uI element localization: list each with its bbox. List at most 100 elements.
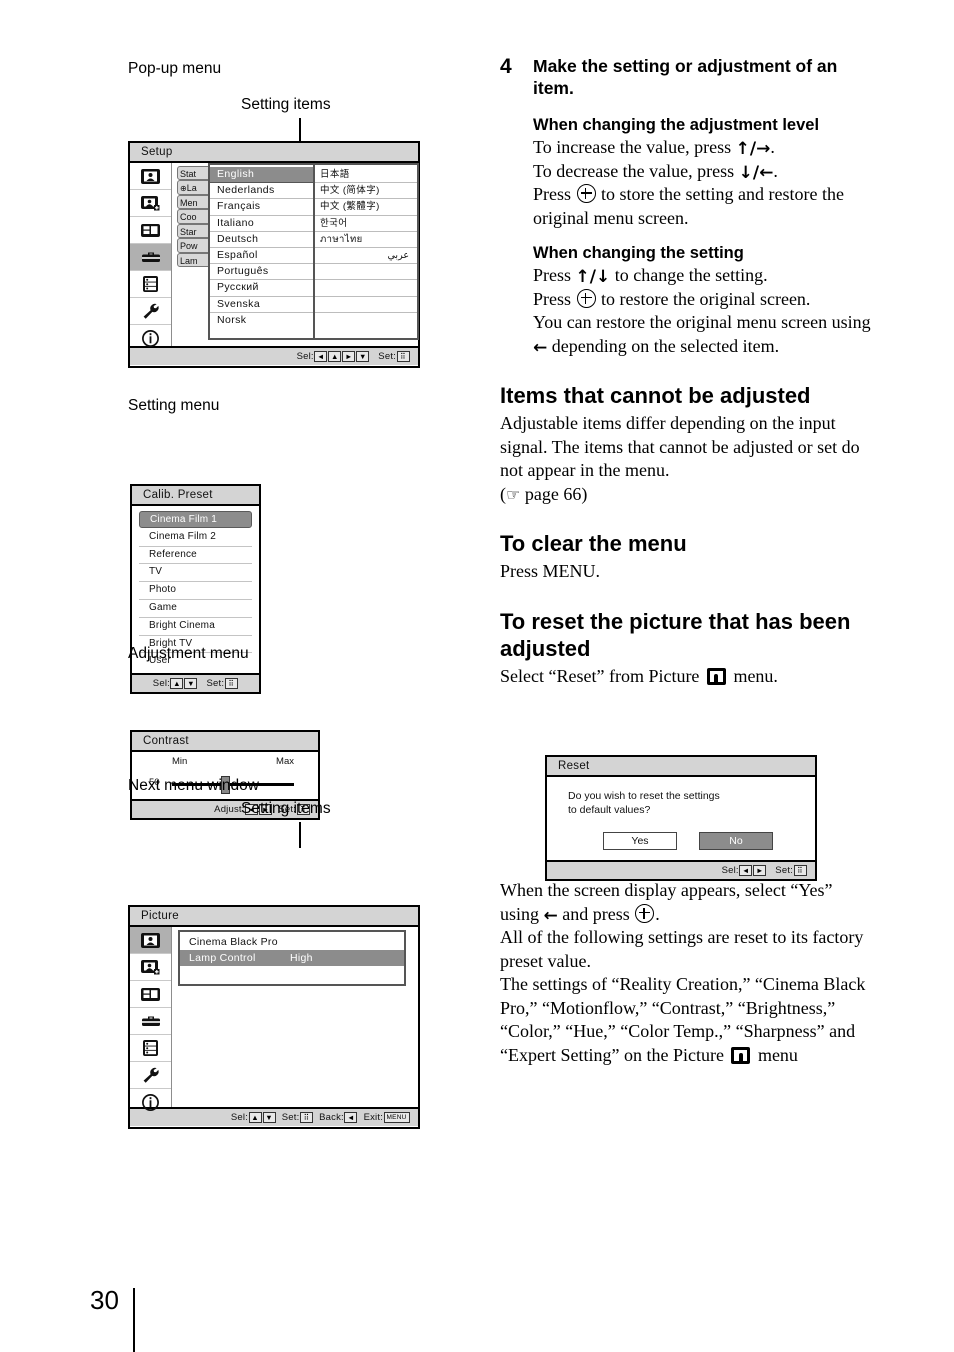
reset-dialog-footer: Sel: ◄ ► Set: ⠿ xyxy=(547,860,815,880)
reset-question-line1: Do you wish to reset the settings xyxy=(568,790,720,802)
yes-button[interactable]: Yes xyxy=(603,832,677,850)
language-option[interactable]: Nederlands xyxy=(210,183,313,200)
key-right: ► xyxy=(753,865,767,876)
picture-side-icon-rail xyxy=(130,927,172,1111)
caption-setting-menu: Setting menu xyxy=(128,397,220,414)
reset-lead-pre: Select “Reset” from Picture xyxy=(500,665,704,686)
back-label: Back: xyxy=(319,1112,344,1124)
language-option[interactable]: Español xyxy=(210,248,313,265)
step-number: 4 xyxy=(500,55,512,78)
key-down: ▼ xyxy=(356,351,370,362)
heading-items-cannot-be-adjusted: Items that cannot be adjusted xyxy=(500,383,811,408)
calib-preset-item[interactable]: Reference xyxy=(139,547,252,565)
key-right: ► xyxy=(342,351,356,362)
screen-icon[interactable] xyxy=(130,981,171,1008)
picture-settings-list: Cinema Black Pro Lamp Control High xyxy=(178,930,406,986)
arrow-left-key: ← xyxy=(533,337,548,358)
contrast-window-title: Contrast xyxy=(132,732,318,752)
set-label: Set: xyxy=(378,351,396,363)
no-button[interactable]: No xyxy=(699,832,773,850)
language-option[interactable]: ภาษาไทย xyxy=(315,232,417,248)
enter-button-icon xyxy=(576,288,596,308)
info-icon[interactable] xyxy=(130,1089,171,1115)
page-number: 30 xyxy=(90,1285,119,1315)
arrow-left-key: ← xyxy=(543,905,558,926)
list-icon[interactable] xyxy=(130,1035,171,1062)
reset-dialog-body: Do you wish to reset the settings to def… xyxy=(547,777,815,860)
picture-icon[interactable] xyxy=(130,927,171,954)
calib-preset-item[interactable]: Game xyxy=(139,600,252,618)
wrench-icon[interactable] xyxy=(130,1062,171,1089)
increase-text-pre: To increase the value, press xyxy=(533,137,736,157)
list-icon[interactable] xyxy=(130,271,171,298)
info-icon[interactable] xyxy=(130,325,171,351)
language-column-asian: 日本語 中文 (简体字) 中文 (繁體字) 한국어 ภาษาไทย عربي xyxy=(315,165,417,338)
language-option[interactable]: عربي xyxy=(315,248,417,265)
after-reset-body: When the screen display appears, select … xyxy=(500,879,872,1067)
reset-lead-post: menu. xyxy=(728,665,778,686)
picture-window-footer: Sel: ▲ ▼ Set: ⠿ Back: ◄ Exit: MENU xyxy=(130,1107,418,1127)
calib-preset-item[interactable]: TV xyxy=(139,564,252,583)
setting-label: Lamp Control xyxy=(189,952,256,964)
set-label: Set: xyxy=(775,865,793,877)
calib-window-title: Calib. Preset xyxy=(132,486,259,506)
calib-preset-item[interactable]: Cinema Film 2 xyxy=(139,529,252,547)
language-option[interactable]: Português xyxy=(210,264,313,281)
calib-preset-item[interactable]: Photo xyxy=(139,582,252,600)
language-option[interactable]: 中文 (繁體字) xyxy=(315,199,417,216)
step-instruction: Make the setting or adjustment of an ite… xyxy=(533,56,838,98)
contrast-min-label: Min xyxy=(172,756,188,767)
calib-preset-item[interactable]: Bright Cinema xyxy=(139,618,252,636)
after-reset-p3-pre: The settings of “Reality Creation,” “Cin… xyxy=(500,974,866,1065)
after-reset-p1-mid: and press xyxy=(557,903,635,924)
picture-icon[interactable] xyxy=(130,163,171,190)
right-text-column: 4 Make the setting or adjustment of an i… xyxy=(500,55,872,1065)
key-left: ◄ xyxy=(314,351,328,362)
key-left: ◄ xyxy=(739,865,753,876)
screen-icon[interactable] xyxy=(130,217,171,244)
language-option[interactable]: Italiano xyxy=(210,216,313,232)
picture-setting-row[interactable]: Cinema Black Pro xyxy=(180,934,404,950)
picture-menu-icon xyxy=(706,667,726,685)
toolbox-icon[interactable] xyxy=(130,244,171,271)
language-option[interactable]: Norsk xyxy=(210,313,313,328)
sel-label: Sel: xyxy=(230,1112,249,1124)
left-illustration-column: Pop-up menu Setting items Setup Stat ⊕La… xyxy=(128,60,428,1129)
key-up: ▲ xyxy=(248,1112,262,1123)
changing-setting-section: When changing the setting Press ↑/↓ to c… xyxy=(533,243,872,358)
picture-plus-icon[interactable] xyxy=(130,954,171,981)
key-enter: ⠿ xyxy=(224,678,238,690)
setting-value: High xyxy=(290,952,313,964)
press-change-post: to change the setting. xyxy=(610,265,768,285)
picture-plus-icon[interactable] xyxy=(130,190,171,217)
key-back: ◄ xyxy=(344,1112,358,1123)
adjustment-level-section: When changing the adjustment level To in… xyxy=(533,115,872,230)
language-option[interactable]: Svenska xyxy=(210,297,313,313)
key-up: ▲ xyxy=(328,351,342,362)
after-reset-p3-post: menu xyxy=(753,1044,798,1065)
picture-setting-row[interactable]: Lamp Control High xyxy=(180,950,404,966)
language-option[interactable]: 한국어 xyxy=(315,216,417,232)
calib-preset-item[interactable]: Cinema Film 1 xyxy=(139,511,252,528)
adjustment-level-body: To increase the value, press ↑/→. To dec… xyxy=(533,136,872,230)
enter-button-icon xyxy=(576,184,596,203)
language-option[interactable]: Deutsch xyxy=(210,232,313,248)
language-option[interactable]: 中文 (简体字) xyxy=(315,183,417,200)
language-option[interactable]: Français xyxy=(210,199,313,216)
caption-setting-items-1: Setting items xyxy=(241,96,331,113)
arrow-down-left-keys: ↓/← xyxy=(738,162,774,183)
heading-to-clear-the-menu: To clear the menu xyxy=(500,531,687,556)
reset-confirmation-dialog: Reset Do you wish to reset the settings … xyxy=(545,755,817,882)
manual-page: Pop-up menu Setting items Setup Stat ⊕La… xyxy=(0,0,954,1352)
language-option-empty xyxy=(315,297,417,313)
page-reference[interactable]: page 66 xyxy=(525,484,581,504)
language-option[interactable]: English xyxy=(210,167,313,184)
language-option[interactable]: Русский xyxy=(210,280,313,297)
caption-next-menu-window: Next menu window xyxy=(128,777,259,794)
reset-picture-lead: Select “Reset” from Picture menu. xyxy=(500,665,872,689)
toolbox-icon[interactable] xyxy=(130,1008,171,1035)
page-footer: 30 xyxy=(90,1285,119,1316)
changing-setting-heading: When changing the setting xyxy=(533,244,744,262)
wrench-icon[interactable] xyxy=(130,298,171,325)
language-option[interactable]: 日本語 xyxy=(315,167,417,184)
